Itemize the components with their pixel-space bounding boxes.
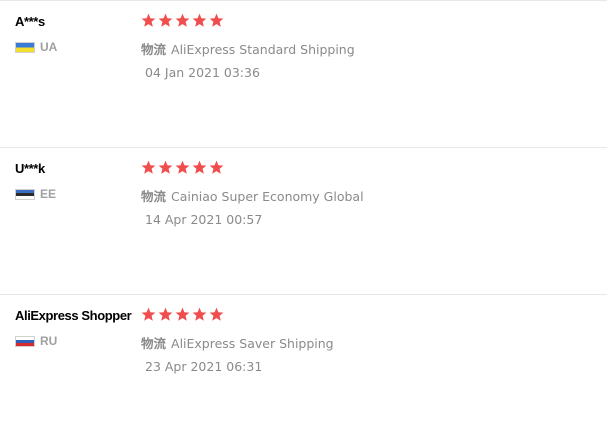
reviewer-country: RU: [40, 334, 58, 348]
shipping-info: 物流 AliExpress Standard Shipping: [141, 39, 355, 58]
reviewer-country: UA: [40, 40, 58, 54]
star-icon: [192, 307, 207, 321]
star-icon: [141, 13, 156, 27]
country-flag-icon: [15, 189, 35, 200]
star-icon: [158, 307, 173, 321]
shipping-info: 物流 Cainiao Super Economy Global: [141, 186, 364, 205]
reviewer-name: AliExpress Shopper: [15, 308, 132, 323]
reviewer-name: A***s: [15, 14, 45, 29]
country-flag-icon: [15, 42, 35, 53]
star-icon: [175, 307, 190, 321]
review-item: AliExpress Shopper RU 物流 AliExpress Saver…: [0, 294, 607, 441]
star-icon: [141, 307, 156, 321]
star-rating: [141, 307, 224, 322]
shipping-info: 物流 AliExpress Saver Shipping: [141, 333, 334, 352]
star-icon: [209, 13, 224, 27]
star-icon: [158, 160, 173, 174]
review-date: 14 Apr 2021 00:57: [145, 212, 263, 227]
review-item: A***s UA 物流 AliExpress Standard Shipping …: [0, 0, 607, 147]
star-icon: [209, 307, 224, 321]
shipping-method: Cainiao Super Economy Global: [171, 189, 364, 204]
review-item: U***k EE 物流 Cainiao Super Economy Global …: [0, 147, 607, 294]
star-icon: [141, 160, 156, 174]
star-rating: [141, 160, 224, 175]
star-icon: [192, 160, 207, 174]
reviewer-name: U***k: [15, 161, 45, 176]
star-icon: [175, 160, 190, 174]
review-date: 23 Apr 2021 06:31: [145, 359, 263, 374]
shipping-method: AliExpress Standard Shipping: [171, 42, 355, 57]
star-rating: [141, 13, 224, 28]
star-icon: [209, 160, 224, 174]
country-flag-icon: [15, 336, 35, 347]
shipping-method: AliExpress Saver Shipping: [171, 336, 334, 351]
review-date: 04 Jan 2021 03:36: [145, 65, 260, 80]
star-icon: [175, 13, 190, 27]
star-icon: [158, 13, 173, 27]
reviewer-country: EE: [40, 187, 57, 201]
shipping-prefix: 物流: [141, 189, 167, 204]
shipping-prefix: 物流: [141, 42, 167, 57]
star-icon: [192, 13, 207, 27]
shipping-prefix: 物流: [141, 336, 167, 351]
